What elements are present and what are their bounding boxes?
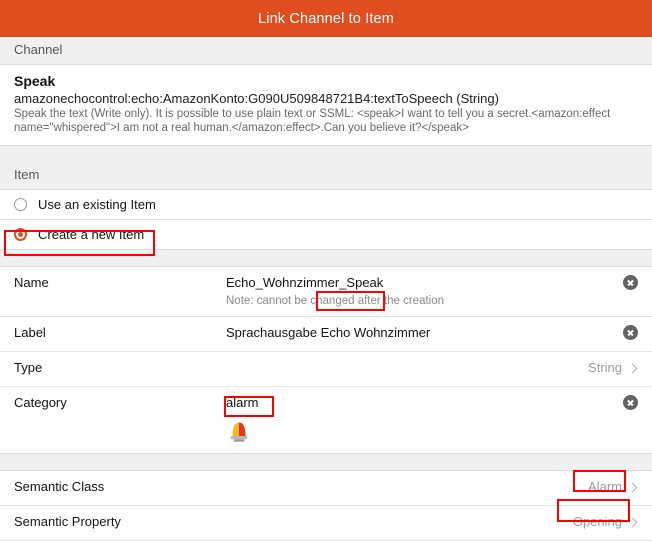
channel-section-header: Channel bbox=[0, 37, 652, 64]
channel-description: Speak the text (Write only). It is possi… bbox=[14, 108, 611, 134]
label-name: Name bbox=[14, 275, 49, 290]
name-value-group: Echo_Wohnzimmer_Speak Note: cannot be ch… bbox=[226, 274, 623, 309]
channel-info: Speak amazonechocontrol:echo:AmazonKonto… bbox=[0, 65, 652, 145]
chevron-right-icon-semantic-class bbox=[627, 482, 638, 492]
form-row-type[interactable]: Type String bbox=[0, 351, 652, 386]
dialog-title-bar: Link Channel to Item bbox=[0, 0, 652, 37]
type-value-group[interactable]: String bbox=[588, 359, 638, 377]
new-item-form-panel: Name Echo_Wohnzimmer_Speak Note: cannot … bbox=[0, 266, 652, 454]
item-section-header: Item bbox=[0, 162, 652, 189]
form-row-semantic-property[interactable]: Semantic Property Opening bbox=[0, 505, 652, 540]
label-category: Category bbox=[14, 395, 67, 410]
radio-row-use-existing-item[interactable]: Use an existing Item bbox=[0, 190, 652, 219]
link-channel-to-item-dialog: Link Channel to Item Channel Speak amazo… bbox=[0, 0, 652, 541]
radio-label-use-existing-item: Use an existing Item bbox=[38, 197, 156, 212]
value-item-label: Sprachausgabe Echo Wohnzimmer bbox=[226, 325, 431, 340]
channel-uid: amazonechocontrol:echo:AmazonKonto:G090U… bbox=[14, 91, 499, 106]
label-type: Type bbox=[14, 360, 43, 375]
radio-create-new-item-icon[interactable] bbox=[14, 228, 27, 241]
radio-row-create-new-item[interactable]: Create a new Item bbox=[0, 219, 652, 249]
input-name[interactable]: Echo_Wohnzimmer_Speak bbox=[226, 274, 623, 292]
alarm-siren-icon bbox=[227, 417, 623, 446]
input-category[interactable]: alarm bbox=[226, 394, 623, 412]
label-value-group: Sprachausgabe Echo Wohnzimmer bbox=[226, 324, 623, 342]
form-row-category[interactable]: Category alarm bbox=[0, 386, 652, 453]
semantic-class-value-group[interactable]: Alarm bbox=[588, 478, 638, 496]
value-semantic-class: Alarm bbox=[588, 479, 622, 494]
spacer-item-form bbox=[0, 250, 652, 266]
channel-panel: Speak amazonechocontrol:echo:AmazonKonto… bbox=[0, 64, 652, 146]
note-name: Note: cannot be changed after the creati… bbox=[226, 295, 445, 307]
clear-category-icon[interactable] bbox=[623, 395, 638, 410]
label-item-label: Label bbox=[14, 325, 46, 340]
form-row-semantic-class[interactable]: Semantic Class Alarm bbox=[0, 471, 652, 505]
page-title: Link Channel to Item bbox=[258, 10, 394, 27]
clear-item-label-icon[interactable] bbox=[623, 325, 638, 340]
label-semantic-property: Semantic Property bbox=[14, 514, 121, 529]
chevron-right-icon-type bbox=[627, 363, 638, 373]
semantics-panel: Semantic Class Alarm Semantic Property O… bbox=[0, 470, 652, 541]
input-item-label[interactable]: Sprachausgabe Echo Wohnzimmer bbox=[226, 324, 623, 342]
value-name: Echo_Wohnzimmer_Speak bbox=[226, 275, 384, 290]
radio-label-create-new-item: Create a new Item bbox=[38, 227, 145, 242]
spacer-form-semantics bbox=[0, 454, 652, 470]
label-semantic-class: Semantic Class bbox=[14, 479, 105, 494]
form-row-name[interactable]: Name Echo_Wohnzimmer_Speak Note: cannot … bbox=[0, 267, 652, 316]
form-row-label[interactable]: Label Sprachausgabe Echo Wohnzimmer bbox=[0, 316, 652, 351]
value-type: String bbox=[588, 360, 622, 375]
channel-name: Speak bbox=[14, 73, 56, 89]
value-category: alarm bbox=[226, 395, 259, 410]
radio-use-existing-item-icon[interactable] bbox=[14, 198, 27, 211]
clear-name-icon[interactable] bbox=[623, 275, 638, 290]
semantic-property-value-group[interactable]: Opening bbox=[573, 513, 638, 531]
value-semantic-property: Opening bbox=[572, 514, 622, 529]
item-options-panel: Use an existing Item Create a new Item bbox=[0, 189, 652, 250]
spacer-channel-item bbox=[0, 146, 652, 162]
category-value-group: alarm bbox=[226, 394, 623, 446]
chevron-right-icon-semantic-property bbox=[627, 517, 638, 527]
